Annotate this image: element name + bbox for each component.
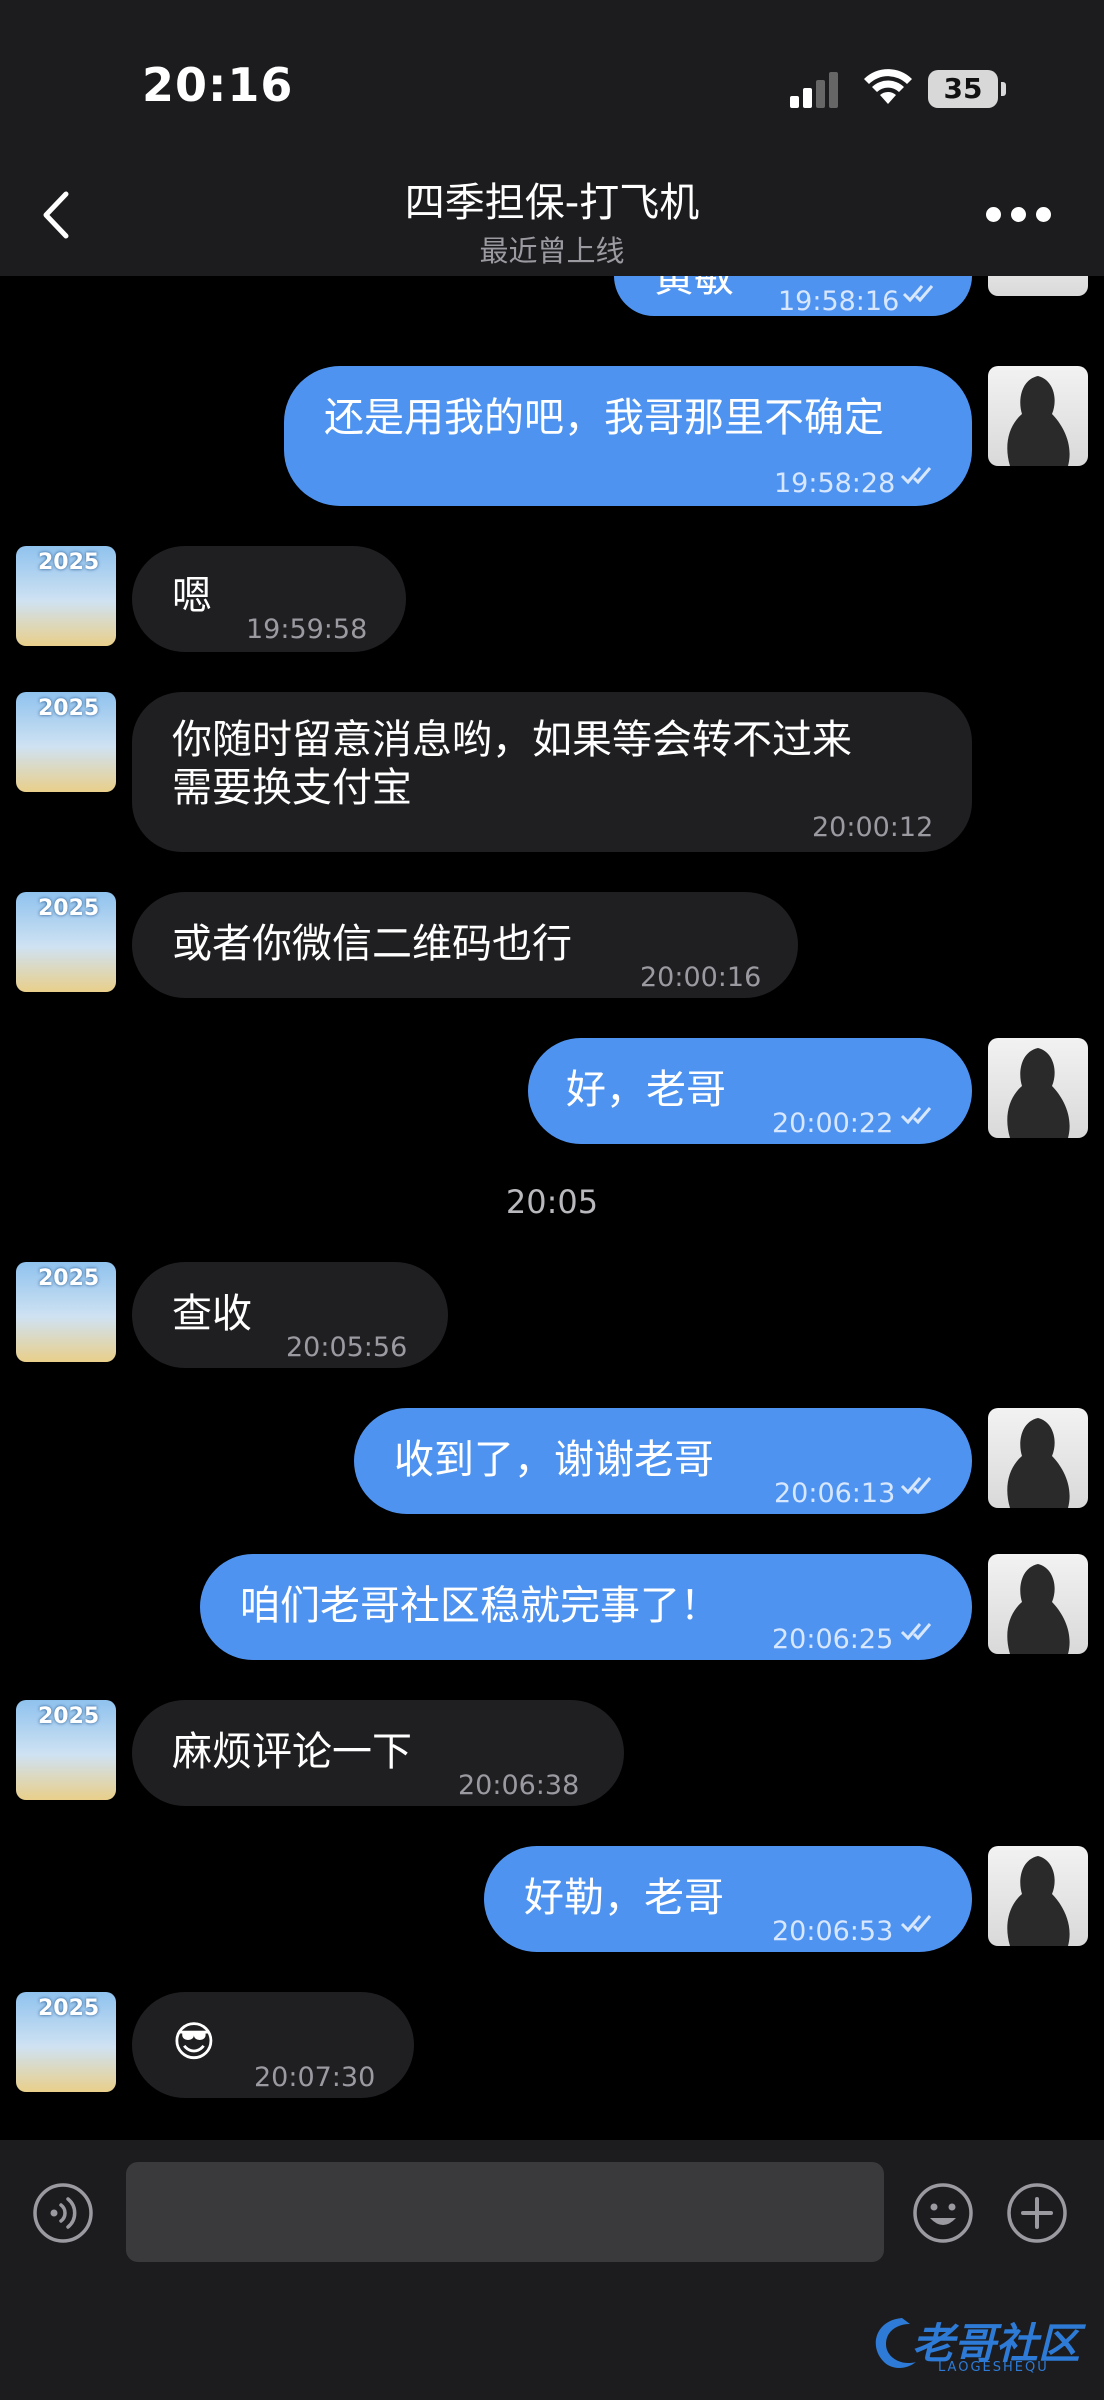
message-bubble[interactable]: 收到了，谢谢老哥 20:06:13 [354, 1408, 972, 1514]
message-time: 20:06:13 [774, 1478, 896, 1509]
message-text: 你随时留意消息哟，如果等会转不过来 [172, 717, 852, 763]
avatar[interactable] [988, 1846, 1088, 1946]
watermark-subtext: LAOGESHEQU [938, 2360, 1049, 2375]
message-bubble[interactable]: 好勒，老哥 20:06:53 [484, 1846, 972, 1952]
message-text: 麻烦评论一下 [172, 1729, 412, 1775]
more-icon[interactable] [986, 207, 1052, 223]
avatar-image [1007, 1564, 1070, 1654]
avatar[interactable]: 2025 [16, 692, 116, 792]
chat-title[interactable]: 四季担保-打飞机 [0, 170, 1104, 228]
message-bubble[interactable]: 麻烦评论一下 20:06:38 [132, 1700, 624, 1806]
plus-icon[interactable] [1006, 2182, 1068, 2244]
message-time: 19:59:58 [246, 614, 368, 645]
emoji-icon[interactable] [912, 2182, 974, 2244]
message-bubble[interactable]: 黄敏 19:58:16 [614, 276, 972, 317]
message-emoji: 😎 [172, 2017, 216, 2066]
avatar-badge: 2025 [38, 1704, 100, 1729]
avatar[interactable]: 2025 [16, 1700, 116, 1800]
avatar[interactable] [988, 1408, 1088, 1508]
avatar-image [1007, 1048, 1070, 1138]
message-list[interactable]: 黄敏 19:58:16 还是用我的吧，我哥那里不确定 19:58:28 2025… [0, 276, 1104, 2140]
read-receipt-icon [900, 1477, 932, 1495]
message-time: 20:00:16 [640, 962, 762, 993]
avatar[interactable]: 2025 [16, 546, 116, 646]
input-bar: 老哥社区 LAOGESHEQU [0, 2140, 1104, 2400]
chat-header: 四季担保-打飞机 最近曾上线 [0, 150, 1104, 276]
read-receipt-icon [900, 1107, 932, 1125]
message-text: 好勒，老哥 [524, 1875, 724, 1921]
message-time: 20:07:30 [254, 2062, 376, 2093]
message-bubble[interactable]: 你随时留意消息哟，如果等会转不过来 需要换支付宝 20:00:12 [132, 692, 972, 852]
avatar[interactable]: 2025 [16, 892, 116, 992]
message-bubble[interactable]: 查收 20:05:56 [132, 1262, 448, 1368]
message-text: 好，老哥 [566, 1067, 726, 1113]
message-time: 20:05:56 [286, 1332, 408, 1363]
message-time: 20:06:53 [772, 1916, 894, 1947]
avatar[interactable] [988, 1038, 1088, 1138]
avatar-badge: 2025 [38, 896, 100, 921]
message-time: 19:58:28 [774, 468, 896, 499]
read-receipt-icon [900, 1623, 932, 1641]
message-text: 嗯 [172, 573, 212, 619]
message-time: 19:58:16 [778, 286, 900, 317]
message-text: 还是用我的吧，我哥那里不确定 [324, 395, 884, 441]
message-text: 查收 [172, 1291, 252, 1337]
avatar[interactable] [988, 366, 1088, 466]
status-time: 20:16 [142, 58, 294, 112]
avatar-badge: 2025 [38, 696, 100, 721]
avatar[interactable] [988, 276, 1088, 296]
avatar-image [1007, 1856, 1070, 1946]
avatar-image [1007, 376, 1070, 466]
cellular-signal-icon [790, 72, 838, 108]
message-bubble[interactable]: 或者你微信二维码也行 20:00:16 [132, 892, 798, 998]
avatar-image [1007, 1418, 1070, 1508]
wifi-icon [864, 69, 912, 104]
message-text-line2: 需要换支付宝 [172, 765, 412, 811]
avatar-badge: 2025 [38, 1266, 100, 1291]
message-time: 20:00:12 [812, 812, 934, 843]
message-bubble[interactable]: 嗯 19:59:58 [132, 546, 406, 652]
avatar[interactable]: 2025 [16, 1992, 116, 2092]
message-text: 咱们老哥社区稳就完事了！ [240, 1583, 720, 1629]
message-bubble[interactable]: 还是用我的吧，我哥那里不确定 19:58:28 [284, 366, 972, 506]
message-text: 收到了，谢谢老哥 [394, 1437, 714, 1483]
chat-status: 最近曾上线 [479, 234, 625, 268]
battery-indicator: 35 [928, 70, 1006, 108]
message-text: 黄敏 [654, 276, 734, 301]
avatar-badge: 2025 [38, 550, 100, 575]
read-receipt-icon [902, 285, 934, 303]
message-time: 20:06:38 [458, 1770, 580, 1801]
read-receipt-icon [900, 467, 932, 485]
voice-icon[interactable] [32, 2182, 94, 2244]
avatar-badge: 2025 [38, 1996, 100, 2021]
message-bubble[interactable]: 😎 20:07:30 [132, 1992, 414, 2098]
message-time: 20:06:25 [772, 1624, 894, 1655]
message-bubble[interactable]: 好，老哥 20:00:22 [528, 1038, 972, 1144]
watermark-logo: 老哥社区 LAOGESHEQU [862, 2306, 1090, 2378]
avatar[interactable] [988, 1554, 1088, 1654]
date-separator: 20:05 [505, 1183, 599, 1221]
read-receipt-icon [900, 1915, 932, 1933]
status-bar: 20:16 35 [0, 0, 1104, 150]
avatar[interactable]: 2025 [16, 1262, 116, 1362]
message-bubble[interactable]: 咱们老哥社区稳就完事了！ 20:06:25 [200, 1554, 972, 1660]
message-text: 或者你微信二维码也行 [172, 921, 572, 967]
message-input[interactable] [126, 2162, 884, 2262]
message-time: 20:00:22 [772, 1108, 894, 1139]
